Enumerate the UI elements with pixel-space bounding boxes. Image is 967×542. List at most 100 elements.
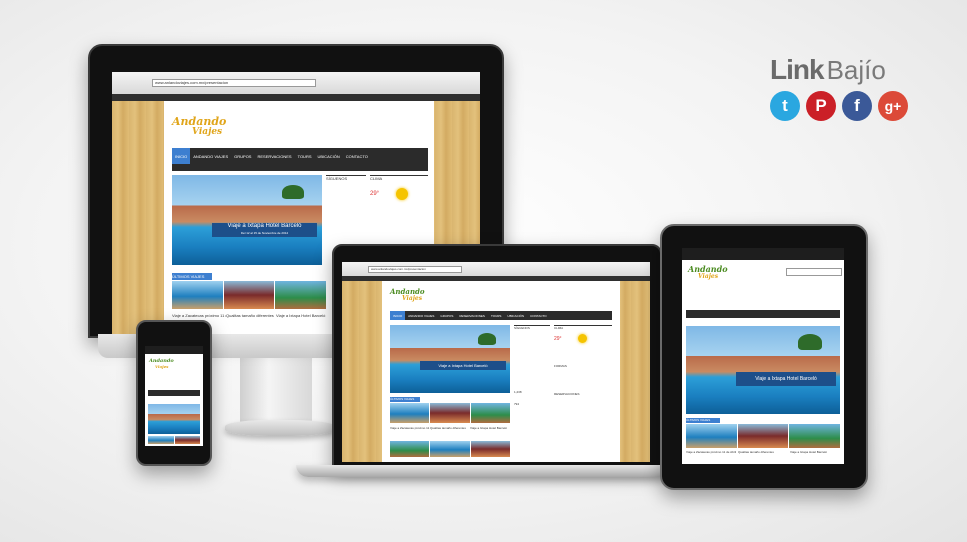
hero-banner: Viaje a Ixtapa Hotel Barceló Del 12 al 1… xyxy=(212,223,317,237)
nav-ubicacion[interactable]: UBICACIÓN xyxy=(315,154,343,159)
palm-shape xyxy=(478,333,496,345)
phone-site: Andando Viajes xyxy=(145,346,203,446)
palm-shape xyxy=(282,185,304,199)
hero-slider[interactable] xyxy=(148,404,200,434)
hero-slider[interactable]: Viaje a Ixtapa Hotel Barceló Del 12 al 1… xyxy=(172,175,322,265)
site-logo-sub: Viajes xyxy=(155,364,169,369)
site-logo-sub: Viajes xyxy=(402,295,423,302)
caption-3[interactable]: Viaje a Ixtapa Hotel Barceló xyxy=(276,313,326,318)
browser-toolbar: www.anlandoviajes.com.mx/presentacion xyxy=(342,262,650,277)
mobile-nav[interactable] xyxy=(148,390,200,396)
stat-followers: 1,238 xyxy=(514,390,522,394)
browser-toolbar: www.anlandoviajes.com.mx/presentacion xyxy=(112,72,480,95)
sidebar-title: CLIMA xyxy=(370,176,383,181)
hero-slider[interactable]: Viaje a Ixtapa Hotel Barceló xyxy=(686,326,840,414)
main-nav: INICIO ANDANDO VIAJES GRUPOS RESERVACION… xyxy=(172,148,428,164)
thumb-row xyxy=(686,424,841,448)
phone-device: Andando Viajes xyxy=(136,320,212,466)
thumb-image[interactable] xyxy=(470,403,510,423)
site-logo-sub: Viajes xyxy=(192,127,223,137)
nav-andando[interactable]: ANDANDO VIAJES xyxy=(190,154,231,159)
hero-slider[interactable]: Viaje a Ixtapa Hotel Barceló xyxy=(390,325,510,393)
thumb-image[interactable] xyxy=(789,424,841,448)
thumb-row-2 xyxy=(390,441,510,457)
hero-banner: Viaje a Ixtapa Hotel Barceló xyxy=(420,361,506,370)
thumb-image[interactable] xyxy=(390,441,430,457)
monitor-stand xyxy=(240,352,312,430)
nav-tours[interactable]: TOURS xyxy=(295,154,315,159)
thumb-image[interactable] xyxy=(686,424,737,448)
thumb-image[interactable] xyxy=(737,424,789,448)
phone-screen: Andando Viajes xyxy=(145,346,203,446)
sidebar-clima: CLIMA 29° xyxy=(370,175,428,236)
caption-1[interactable]: Viaje a Zacatecas próximo 11 de Abril 20… xyxy=(686,450,736,454)
section-tag: ÚLTIMOS VIAJES xyxy=(390,397,420,402)
mobile-nav[interactable] xyxy=(686,310,840,318)
page-body: Andando Viajes INICIO ANDANDO VIAJES GRU… xyxy=(382,281,620,462)
thumb-image[interactable] xyxy=(148,436,174,444)
nav-inicio[interactable]: INICIO xyxy=(390,311,406,320)
thumb-image[interactable] xyxy=(430,441,470,457)
facebook-icon[interactable]: f xyxy=(842,91,872,121)
nav-tours[interactable]: TOURS xyxy=(488,314,504,318)
thumb-image[interactable] xyxy=(223,281,275,309)
sidebar-title: RESERVACIONES xyxy=(554,392,580,396)
nav-contacto[interactable]: CONTACTO xyxy=(527,314,550,318)
laptop-base xyxy=(296,465,686,477)
sidebar-title: FORMAS xyxy=(554,364,567,368)
pinterest-icon[interactable]: P xyxy=(806,91,836,121)
thumb-image[interactable] xyxy=(275,281,327,309)
nav-reservaciones[interactable]: RESERVACIONES xyxy=(456,314,488,318)
nav-grupos[interactable]: GRUPOS xyxy=(231,154,254,159)
thumb-image[interactable] xyxy=(470,441,510,457)
section-tag: ÚLTIMOS VIAJES xyxy=(686,418,720,423)
banner-title: Viaje a Ixtapa Hotel Barceló xyxy=(227,223,302,229)
monitor-stand-base xyxy=(225,420,335,436)
laptop-site: www.anlandoviajes.com.mx/presentacion An… xyxy=(342,262,650,462)
thumb-row xyxy=(148,436,200,444)
social-icons: t P f g+ xyxy=(770,91,908,121)
tablet-site: Andando Viajes Viaje a Ixtapa Hotel Barc… xyxy=(682,248,844,464)
caption-2[interactable]: Qualitas tamaño diferentes xyxy=(738,450,788,454)
brand-logo: Link Bajío xyxy=(770,54,920,88)
search-input[interactable] xyxy=(786,268,842,276)
thumb-row xyxy=(390,403,510,423)
brand-bajio-text: Bajío xyxy=(826,55,886,85)
thumb-image[interactable] xyxy=(390,403,430,423)
sidebar-title: SÍGUENOS xyxy=(514,326,530,330)
laptop-device: www.anlandoviajes.com.mx/presentacion An… xyxy=(332,244,662,468)
browser-url[interactable]: www.anlandoviajes.com.mx/presentacion xyxy=(368,266,462,273)
nav-ubicacion[interactable]: UBICACIÓN xyxy=(504,314,527,318)
thumb-image[interactable] xyxy=(172,281,223,309)
thumb-image[interactable] xyxy=(430,403,470,423)
bookmark-bar xyxy=(112,94,480,101)
sidebar-siguenos: SÍGUENOS 1,238 794 xyxy=(514,325,550,426)
phone-status-bar xyxy=(145,346,203,354)
caption-2[interactable]: Qualitas tamaño diferentes xyxy=(226,313,274,318)
nav-contacto[interactable]: CONTACTO xyxy=(343,154,371,159)
sidebar-title: CLIMA xyxy=(554,326,564,330)
google-plus-glyph: g+ xyxy=(884,98,902,114)
sun-icon xyxy=(578,334,587,343)
nav-reservaciones[interactable]: RESERVACIONES xyxy=(254,154,294,159)
nav-grupos[interactable]: GRUPOS xyxy=(437,314,456,318)
caption-3[interactable]: Viaje a Ixtapa Hotel Barceló xyxy=(470,426,510,430)
brand-link-text: Link xyxy=(770,54,825,85)
sidebar-clima: CLIMA 29° FORMAS RESERVACIONES xyxy=(554,325,612,426)
nav-andando[interactable]: ANDANDO VIAJES xyxy=(405,314,437,318)
caption-3[interactable]: Viaje a Ixtapa Hotel Barceló xyxy=(790,450,840,454)
google-plus-icon[interactable]: g+ xyxy=(878,91,908,121)
hero-banner: Viaje a Ixtapa Hotel Barceló xyxy=(736,372,836,386)
sidebar-title: SÍGUENOS xyxy=(326,176,348,181)
banner-subtitle: Del 12 al 15 de Noviembre de 2014 xyxy=(240,231,289,235)
twitter-icon[interactable]: t xyxy=(770,91,800,121)
browser-url[interactable]: www.anlandoviajes.com.mx/presentacion xyxy=(152,79,316,87)
caption-2[interactable]: Qualitas tamaño diferentes xyxy=(430,426,468,430)
thumb-image[interactable] xyxy=(174,436,200,444)
nav-inicio[interactable]: INICIO xyxy=(172,148,191,164)
tablet-status-bar xyxy=(682,248,844,260)
thumb-row xyxy=(172,281,327,309)
caption-1[interactable]: Viaje a Zacatecas próximo 11 de Abril 20… xyxy=(390,426,430,430)
palm-shape xyxy=(798,334,822,350)
caption-1[interactable]: Viaje a Zacatecas próximo 11 de Abril 20… xyxy=(172,313,226,318)
